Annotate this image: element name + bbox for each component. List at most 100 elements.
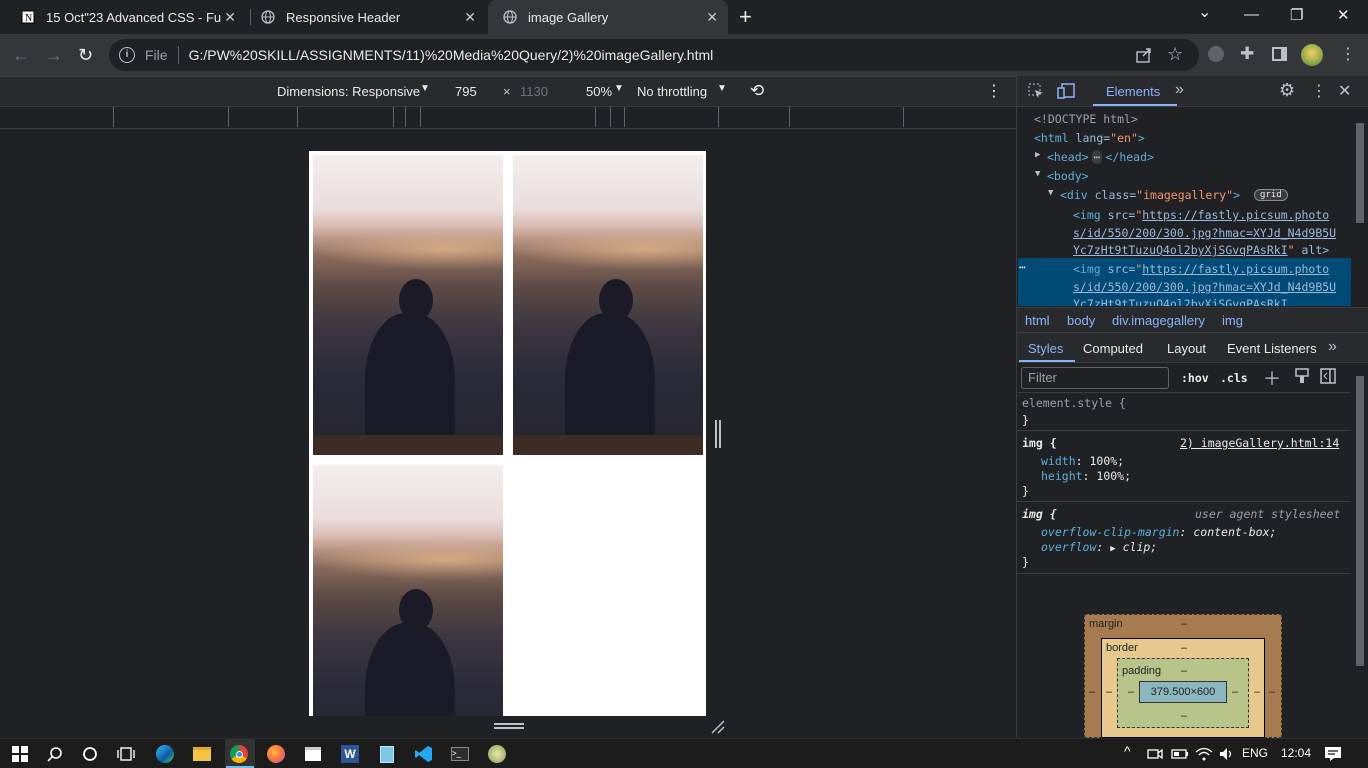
- more-tabs-icon[interactable]: »: [1175, 81, 1184, 99]
- paint-brush-icon[interactable]: [1294, 368, 1310, 387]
- img-node[interactable]: <img src="https://fastly.picsum.photo: [1073, 208, 1329, 222]
- cls-toggle[interactable]: .cls: [1220, 371, 1248, 385]
- resize-handle-right[interactable]: [715, 420, 721, 448]
- dom-scrollbar[interactable]: [1351, 108, 1368, 307]
- dimensions-select[interactable]: Dimensions: Responsive: [277, 84, 420, 99]
- collapse-triangle-icon[interactable]: ▼: [1035, 169, 1040, 179]
- word-icon[interactable]: W: [340, 744, 360, 764]
- settings-gear-icon[interactable]: ⚙: [1279, 80, 1295, 101]
- div-imagegallery-node[interactable]: <div class="imagegallery">: [1060, 188, 1240, 202]
- breadcrumb-body[interactable]: body: [1067, 313, 1095, 328]
- expand-triangle-icon[interactable]: ▶: [1035, 150, 1040, 160]
- breadcrumb-div[interactable]: div.imagegallery: [1112, 313, 1205, 328]
- task-view-icon[interactable]: [116, 744, 136, 764]
- show-hidden-icons-chevron-icon[interactable]: ^: [1124, 743, 1131, 759]
- tab-elements[interactable]: Elements: [1106, 84, 1160, 99]
- tab-styles[interactable]: Styles: [1028, 341, 1063, 356]
- tab-responsive-header[interactable]: Responsive Header ✕: [246, 0, 486, 34]
- store-icon[interactable]: [303, 744, 323, 764]
- address-bar[interactable]: i File G:/PW%20SKILL/ASSIGNMENTS/11)%20M…: [109, 39, 1199, 71]
- resize-handle-corner[interactable]: [711, 720, 725, 739]
- devtools-menu-icon[interactable]: ⋮: [1311, 81, 1327, 101]
- reload-icon[interactable]: ↻: [78, 44, 93, 66]
- tab-event-listeners[interactable]: Event Listeners: [1227, 341, 1317, 356]
- extension-icon[interactable]: [1208, 46, 1224, 62]
- toggle-sidebar-icon[interactable]: [1320, 368, 1336, 387]
- body-node[interactable]: <body>: [1047, 169, 1089, 183]
- img-src-link[interactable]: s/id/550/200/300.jpg?hmac=XYJd_N4d9B5U: [1073, 226, 1336, 240]
- meet-now-icon[interactable]: [1145, 744, 1165, 764]
- notepad-icon[interactable]: [377, 744, 397, 764]
- file-explorer-icon[interactable]: [192, 744, 212, 764]
- forward-arrow-icon[interactable]: →: [45, 44, 63, 66]
- clock[interactable]: 12:04: [1281, 746, 1311, 760]
- doctype-node[interactable]: <!DOCTYPE html>: [1034, 112, 1138, 126]
- new-rule-icon[interactable]: ＋: [1263, 365, 1281, 391]
- rule-source-link[interactable]: 2) imageGallery.html:14: [1180, 436, 1339, 450]
- tab-image-gallery[interactable]: image Gallery ✕: [488, 0, 728, 34]
- filter-input[interactable]: Filter: [1021, 367, 1169, 389]
- language-indicator[interactable]: ENG: [1242, 746, 1268, 760]
- battery-icon[interactable]: [1170, 744, 1190, 764]
- head-node[interactable]: <head> ⋯ </head>: [1047, 150, 1154, 164]
- tab-advanced-css[interactable]: N 15 Oct"23 Advanced CSS - Full S ✕: [6, 0, 246, 34]
- tab-computed[interactable]: Computed: [1083, 341, 1143, 356]
- search-icon[interactable]: [45, 744, 65, 764]
- resize-handle-bottom[interactable]: [494, 723, 524, 729]
- throttling-select[interactable]: No throttling: [637, 84, 707, 99]
- vscode-icon[interactable]: [414, 744, 434, 764]
- volume-icon[interactable]: [1217, 744, 1237, 764]
- img-src-link[interactable]: Yc7zHt9tTuzuQ4ol2byXjSGvqPAsRkI: [1073, 297, 1288, 306]
- device-toggle-icon[interactable]: [1057, 82, 1077, 103]
- back-arrow-icon[interactable]: ←: [12, 44, 30, 66]
- row-options-icon[interactable]: ⋯: [1019, 260, 1026, 274]
- info-icon[interactable]: i: [119, 47, 135, 63]
- collapse-triangle-icon[interactable]: ▼: [1048, 188, 1053, 198]
- device-options-icon[interactable]: ⋮: [986, 81, 1002, 101]
- html-node[interactable]: <html lang="en">: [1034, 131, 1145, 145]
- wifi-icon[interactable]: [1194, 744, 1214, 764]
- avatar[interactable]: [1301, 44, 1323, 66]
- width-declaration[interactable]: width: 100%;: [1041, 454, 1124, 468]
- notifications-icon[interactable]: [1323, 744, 1343, 764]
- img-node-selected[interactable]: <img src="https://fastly.picsum.photo: [1073, 262, 1329, 276]
- menu-kebab-icon[interactable]: ⋮: [1340, 44, 1356, 64]
- bookmark-star-icon[interactable]: ☆: [1167, 44, 1183, 65]
- extensions-puzzle-icon[interactable]: ✚: [1240, 44, 1254, 64]
- new-tab-button[interactable]: +: [739, 4, 752, 30]
- url-text[interactable]: G:/PW%20SKILL/ASSIGNMENTS/11)%20Media%20…: [189, 47, 714, 63]
- more-tabs-icon[interactable]: »: [1328, 338, 1337, 356]
- width-input[interactable]: 795: [455, 84, 477, 99]
- close-tab-icon[interactable]: ✕: [464, 9, 476, 25]
- box-model-content[interactable]: 379.500×600: [1139, 681, 1227, 703]
- inspect-element-icon[interactable]: [1027, 82, 1045, 103]
- chrome-icon[interactable]: [229, 744, 249, 764]
- grid-badge[interactable]: grid: [1254, 189, 1288, 201]
- cortana-icon[interactable]: [80, 744, 100, 764]
- hov-toggle[interactable]: :hov: [1181, 371, 1209, 385]
- terminal-icon[interactable]: >_: [450, 744, 470, 764]
- restore-button[interactable]: ❐: [1290, 6, 1303, 24]
- windows-start-icon[interactable]: [10, 744, 30, 764]
- breadcrumb-html[interactable]: html: [1025, 313, 1050, 328]
- tab-layout[interactable]: Layout: [1167, 341, 1206, 356]
- img-src-link[interactable]: s/id/550/200/300.jpg?hmac=XYJd_N4d9B5U: [1073, 280, 1336, 294]
- close-tab-icon[interactable]: ✕: [706, 9, 718, 25]
- height-declaration[interactable]: height: 100%;: [1041, 469, 1131, 483]
- styles-scrollbar[interactable]: [1351, 364, 1368, 738]
- breadcrumb-img[interactable]: img: [1222, 313, 1243, 328]
- share-icon[interactable]: [1135, 46, 1153, 69]
- firefox-icon[interactable]: [266, 744, 286, 764]
- rotate-icon[interactable]: ⟲: [750, 81, 764, 101]
- img-rule-selector[interactable]: img {: [1022, 436, 1057, 450]
- zoom-select[interactable]: 50%: [586, 84, 612, 99]
- side-panel-icon[interactable]: [1272, 47, 1287, 61]
- edge-icon[interactable]: [155, 744, 175, 764]
- height-input[interactable]: 1130: [520, 84, 548, 99]
- close-window-button[interactable]: ✕: [1337, 6, 1350, 24]
- app-icon[interactable]: [487, 744, 507, 764]
- close-devtools-icon[interactable]: ✕: [1338, 81, 1351, 101]
- minimize-button[interactable]: —: [1244, 6, 1259, 23]
- tab-search-dropdown-icon[interactable]: ⌄: [1198, 2, 1211, 22]
- element-style-selector[interactable]: element.style {: [1022, 396, 1126, 410]
